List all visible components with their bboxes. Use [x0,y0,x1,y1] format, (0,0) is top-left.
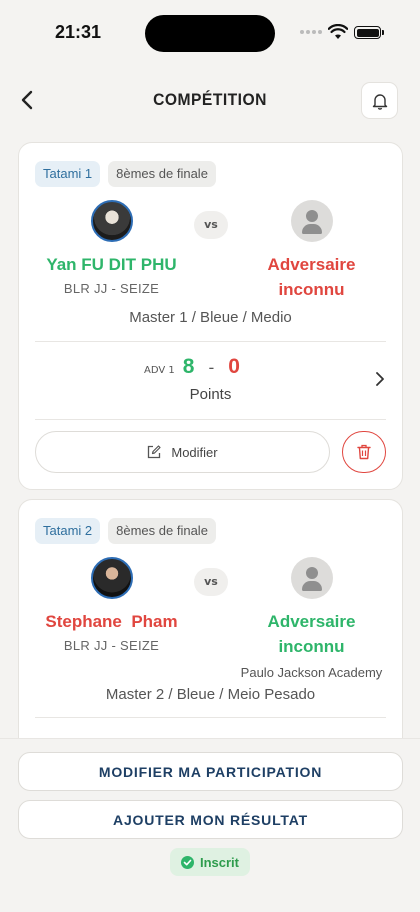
tatami-chip: Tatami 1 [35,161,101,187]
header: COMPÉTITION [0,80,420,122]
user-placeholder-icon [290,557,333,599]
divider [35,419,386,420]
add-result-button[interactable]: AJOUTER MON RÉSULTAT [18,800,403,839]
delete-match-button[interactable] [342,431,386,473]
round-chip: 8èmes de finale [108,161,216,187]
fighter-club: Paulo Jackson Academy [240,665,383,680]
fighter-name: Yan FU DIT PHU [46,255,177,274]
match-category: Master 1 / Bleue / Medio [129,309,292,326]
round-chip: 8èmes de finale [108,518,216,544]
tatami-chip: Tatami 2 [35,518,101,544]
chevron-right-icon [376,372,384,386]
score-line: ADV 1 8 - 0 [144,355,240,379]
vs-badge: vs [194,211,228,239]
modify-label: Modifier [171,444,218,460]
status-bar: 21:31 [0,0,420,64]
match-tags: Tatami 1 8èmes de finale [35,161,216,187]
dynamic-island [145,15,275,52]
edit-icon [148,445,161,459]
score-label: Points [189,386,232,403]
match-tags: Tatami 2 8èmes de finale [35,518,216,544]
fighter-left: Yan FU DIT PHU BLR JJ - SEIZE [29,200,194,296]
divider [35,341,386,342]
status-label: Inscrit [199,854,239,870]
fighter-name: Adversaire inconnu [267,255,356,299]
match-card: Tatami 1 8èmes de finale Yan FU DIT PHU … [18,142,403,490]
notifications-button[interactable] [361,82,398,119]
fighter-right: Adversaire inconnu [229,200,394,302]
fighter-name: Adversaire inconnu [267,612,356,656]
advantage-tag: ADV 1 [144,365,175,376]
page-title: COMPÉTITION [153,90,267,109]
fighter-club: BLR JJ - SEIZE [63,281,160,296]
avatar [90,557,133,599]
fighter-name: Stephane Pham [45,612,178,631]
score-separator: - [208,358,215,377]
fighter-left: Stephane Pham BLR JJ - SEIZE [29,557,194,653]
divider [35,717,386,718]
check-icon [180,855,194,869]
wifi-icon [328,24,348,39]
registration-status-badge: Inscrit [170,848,250,876]
signal-icon [300,30,322,34]
modify-participation-button[interactable]: MODIFIER MA PARTICIPATION [18,752,403,791]
avatar [90,200,133,242]
score-right: 0 [228,355,240,378]
battery-icon [354,26,384,39]
fighter-right: Adversaire inconnu Paulo Jackson Academy [229,557,394,680]
trash-icon [357,444,371,460]
user-placeholder-icon [290,200,333,242]
vs-badge: vs [194,568,228,596]
score-left: 8 [182,355,195,378]
modify-match-button[interactable]: Modifier [35,431,330,473]
match-category: Master 2 / Bleue / Meio Pesado [105,686,316,703]
fighter-club: BLR JJ - SEIZE [63,638,160,653]
bell-icon [372,93,387,110]
status-time: 21:31 [55,22,102,42]
score-row[interactable]: ADV 1 8 - 0 Points [19,353,402,413]
